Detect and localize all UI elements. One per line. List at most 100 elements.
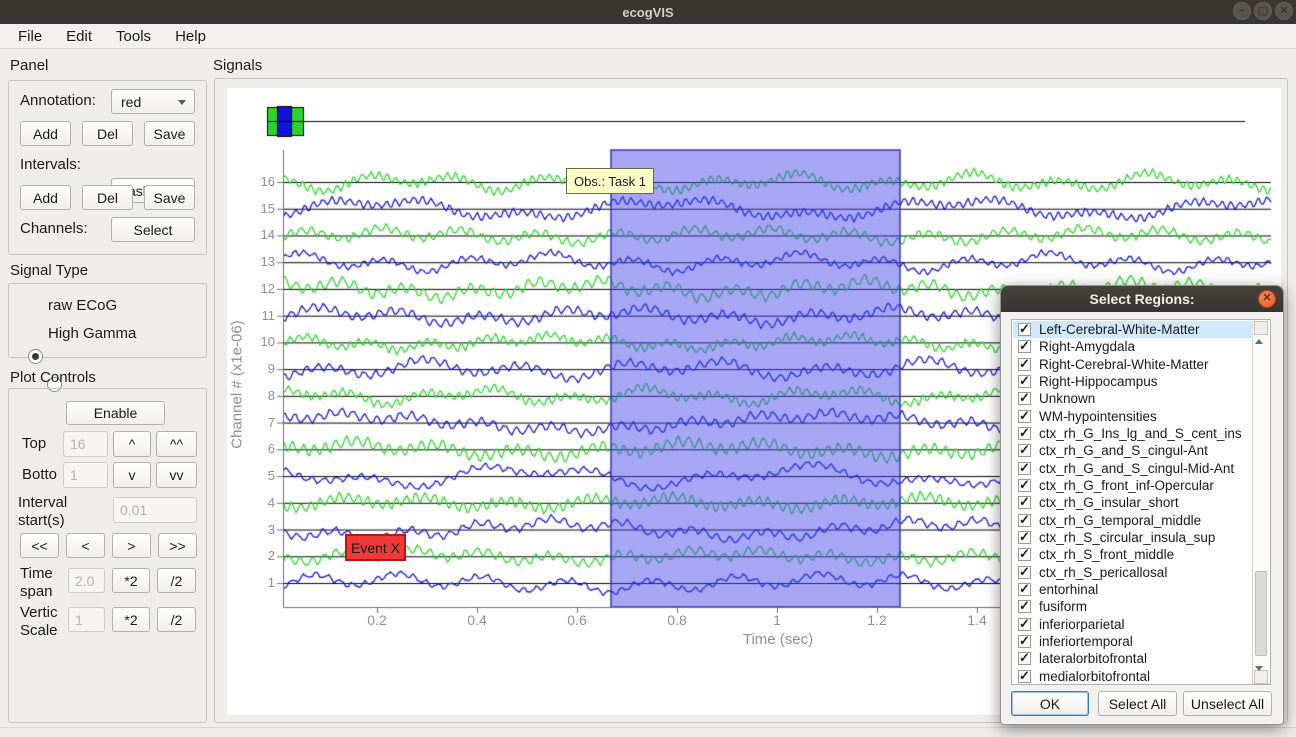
region-row[interactable]: WM-hypointensities [1013,408,1253,425]
time-span-x2-button[interactable]: *2 [112,568,150,593]
intervals-del-button[interactable]: Del [82,185,133,210]
region-row[interactable]: ctx_rh_S_pericallosal [1013,564,1253,581]
y-axis-title: Channel # (x1e-06) [229,235,246,535]
time-span-input[interactable]: 2.0 [68,568,105,593]
vertical-scale-input[interactable]: 1 [68,607,105,632]
region-checkbox-checked[interactable] [1018,444,1031,457]
page-back-button[interactable]: < [66,533,105,558]
region-checkbox-checked[interactable] [1018,600,1031,613]
page-forward-button[interactable]: > [112,533,151,558]
radio-raw-ecog[interactable] [28,349,43,364]
y-tick-label: 8 [245,388,275,403]
region-row[interactable]: Left-Cerebral-White-Matter [1013,321,1253,338]
region-checkbox-checked[interactable] [1018,358,1031,371]
menu-tools[interactable]: Tools [104,26,163,47]
region-row[interactable]: ctx_rh_G_Ins_lg_and_S_cent_ins [1013,425,1253,442]
region-label: inferiorparietal [1039,617,1125,632]
region-checkbox-checked[interactable] [1018,566,1031,579]
region-row[interactable]: Right-Cerebral-White-Matter [1013,356,1253,373]
bottom-label: Botto [22,466,57,484]
page-first-button[interactable]: << [20,533,59,558]
region-checkbox-checked[interactable] [1018,514,1031,527]
region-checkbox-checked[interactable] [1018,462,1031,475]
region-row[interactable]: ctx_rh_S_front_middle [1013,546,1253,563]
region-checkbox-checked[interactable] [1018,323,1031,336]
region-row[interactable]: medialorbitofrontal [1013,668,1253,685]
page-last-button[interactable]: >> [158,533,197,558]
unselect-all-button[interactable]: Unselect All [1183,691,1272,716]
top-input[interactable]: 16 [63,431,108,457]
panel-section-label: Panel [10,57,48,74]
scroll-down-icon[interactable] [1254,670,1268,684]
interval-start-input[interactable]: 0.01 [113,497,197,523]
vertical-scale-half-button[interactable]: /2 [157,607,196,632]
menu-edit[interactable]: Edit [54,26,104,47]
dialog-close-icon[interactable]: ✕ [1258,290,1276,308]
region-row[interactable]: inferiortemporal [1013,633,1253,650]
scroll-up-icon[interactable] [1254,321,1268,335]
region-checkbox-checked[interactable] [1018,652,1031,665]
intervals-add-button[interactable]: Add [20,185,71,210]
region-row[interactable]: Right-Hippocampus [1013,373,1253,390]
close-button[interactable]: ✕ [1275,2,1293,20]
enable-button[interactable]: Enable [66,401,165,425]
channels-select-button[interactable]: Select [111,217,195,242]
channel-up-button[interactable]: ^ [113,431,151,457]
annotation-save-button[interactable]: Save [144,121,195,146]
region-checkbox-checked[interactable] [1018,583,1031,596]
region-label: Right-Cerebral-White-Matter [1039,357,1209,372]
channel-down-fast-button[interactable]: vv [156,462,197,488]
select-all-button[interactable]: Select All [1098,691,1177,716]
time-span-half-button[interactable]: /2 [157,568,196,593]
region-row[interactable]: ctx_rh_G_temporal_middle [1013,512,1253,529]
menu-file[interactable]: File [6,26,54,47]
region-row[interactable]: ctx_rh_S_circular_insula_sup [1013,529,1253,546]
region-checkbox-checked[interactable] [1018,427,1031,440]
y-tick-label: 13 [245,254,275,269]
ok-button[interactable]: OK [1011,691,1089,716]
region-row[interactable]: Right-Amygdala [1013,338,1253,355]
vertical-scale-x2-button[interactable]: *2 [112,607,150,632]
region-checkbox-checked[interactable] [1018,392,1031,405]
region-checkbox-checked[interactable] [1018,670,1031,683]
region-label: entorhinal [1039,582,1098,597]
region-row[interactable]: Unknown [1013,390,1253,407]
channel-down-button[interactable]: v [113,462,151,488]
channel-up-fast-button[interactable]: ^^ [156,431,197,457]
region-checkbox-checked[interactable] [1018,410,1031,423]
region-row[interactable]: inferiorparietal [1013,616,1253,633]
dialog-title-bar[interactable]: Select Regions: ✕ [1001,286,1283,312]
region-checkbox-checked[interactable] [1018,496,1031,509]
region-checkbox-checked[interactable] [1018,635,1031,648]
regions-list: Left-Cerebral-White-MatterRight-Amygdala… [1011,319,1271,685]
regions-scrollbar[interactable] [1252,321,1269,684]
region-row[interactable]: ctx_rh_G_front_inf-Opercular [1013,477,1253,494]
region-row[interactable]: ctx_rh_G_insular_short [1013,494,1253,511]
region-row[interactable]: ctx_rh_G_and_S_cingul-Ant [1013,442,1253,459]
minimize-button[interactable]: − [1233,2,1251,20]
region-row[interactable]: lateralorbitofrontal [1013,650,1253,667]
region-row[interactable]: fusiform [1013,598,1253,615]
signal-type-section-label: Signal Type [10,262,88,279]
signal-type-groupbox [8,283,207,358]
region-label: Right-Hippocampus [1039,374,1158,389]
region-checkbox-checked[interactable] [1018,375,1031,388]
region-checkbox-checked[interactable] [1018,479,1031,492]
region-checkbox-checked[interactable] [1018,531,1031,544]
region-checkbox-checked[interactable] [1018,340,1031,353]
annotation-add-button[interactable]: Add [20,121,71,146]
region-checkbox-checked[interactable] [1018,618,1031,631]
maximize-button[interactable]: ▢ [1254,2,1272,20]
event-x-annotation[interactable]: Event X [345,534,406,561]
scrollbar-thumb[interactable] [1255,571,1267,656]
bottom-input[interactable]: 1 [63,462,108,488]
y-tick-label: 11 [245,308,275,323]
annotation-combo[interactable]: red [111,89,195,114]
region-row[interactable]: ctx_rh_G_and_S_cingul-Mid-Ant [1013,460,1253,477]
intervals-save-button[interactable]: Save [144,185,195,210]
region-checkbox-checked[interactable] [1018,548,1031,561]
region-row[interactable]: entorhinal [1013,581,1253,598]
menu-help[interactable]: Help [163,26,218,47]
annotation-del-button[interactable]: Del [82,121,133,146]
y-tick-label: 14 [245,227,275,242]
